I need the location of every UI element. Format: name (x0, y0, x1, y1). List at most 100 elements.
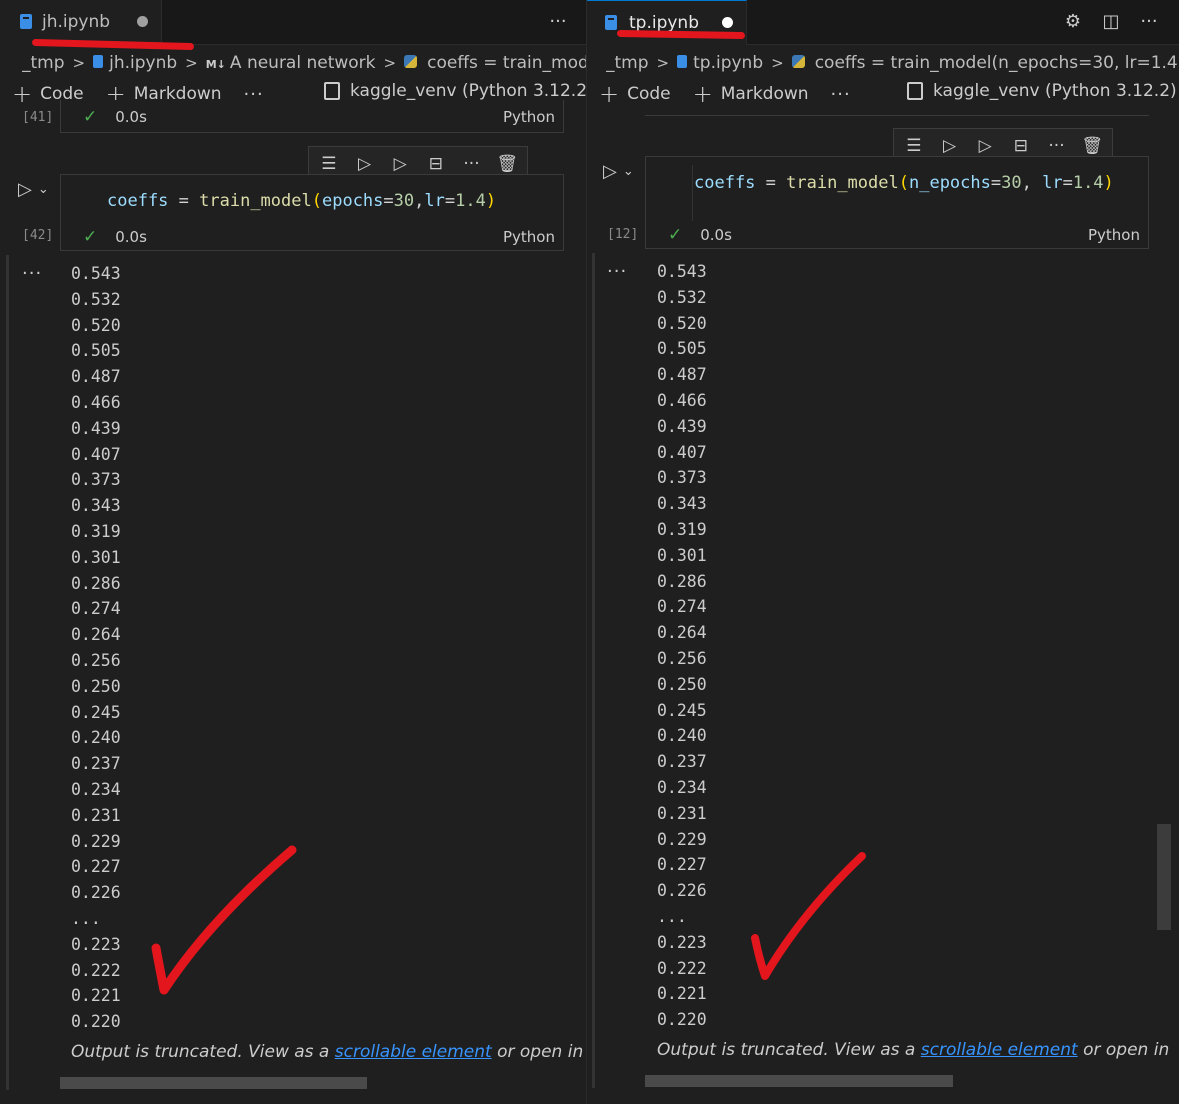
run-above-icon[interactable]: ☰ (902, 134, 926, 158)
output-line: 0.223 (71, 934, 121, 954)
output-line: 0.319 (71, 521, 121, 541)
run-cell-button[interactable]: ▷ ⌄ (18, 176, 58, 202)
breadcrumb-folder[interactable]: _tmp (22, 53, 65, 73)
output-line: 0.343 (657, 494, 707, 514)
output-line: 0.439 (71, 418, 121, 438)
output-line: 0.319 (657, 519, 707, 539)
kernel-picker[interactable]: kaggle_venv (Python 3.12.2) (324, 81, 586, 101)
cell-language[interactable]: Python (1088, 226, 1140, 244)
run-cell-button[interactable]: ▷ ⌄ (603, 158, 643, 184)
output-line: 0.256 (71, 650, 121, 670)
output-line: 0.231 (657, 803, 707, 823)
tab-bar: jh.ipynb ··· (0, 0, 586, 45)
gear-icon[interactable]: ⚙ (1061, 9, 1085, 33)
vertical-scrollbar[interactable] (1157, 824, 1171, 930)
run-above-execute-icon[interactable]: ▷ (938, 134, 962, 158)
output-focus-bar (6, 255, 9, 1090)
output-line: 0.250 (71, 676, 121, 696)
cell-code[interactable]: coeffs = train_model(n_epochs=30, lr=1.4… (694, 173, 1114, 193)
output-line: 0.301 (71, 547, 121, 567)
breadcrumb-symbol[interactable]: coeffs = train_model(n_epochs=30, lr=1.4… (791, 53, 1179, 73)
check-icon: ✓ (83, 227, 98, 247)
output-line: 0.229 (71, 831, 121, 851)
scrollable-element-link[interactable]: scrollable element (921, 1040, 1078, 1060)
output-line: 0.226 (657, 881, 707, 901)
output-line: 0.229 (657, 829, 707, 849)
cell-language[interactable]: Python (503, 228, 555, 246)
output-line: 0.407 (71, 444, 121, 464)
output-line: 0.301 (657, 545, 707, 565)
red-checkmark (151, 845, 297, 995)
chevron-right-icon: > (656, 54, 670, 72)
horizontal-scrollbar[interactable] (645, 1075, 953, 1087)
split-cell-icon[interactable]: ⊟ (424, 152, 448, 176)
code-cell[interactable]: coeffs = train_model(epochs=30,lr=1.4) ✓… (60, 174, 564, 251)
run-below-icon[interactable]: ▷ (388, 152, 412, 176)
more-icon[interactable]: ··· (607, 261, 627, 282)
cell-language[interactable]: Python (503, 108, 555, 126)
scrollable-element-link[interactable]: scrollable element (335, 1042, 492, 1062)
output-truncated-message: Output is truncated. View as a scrollabl… (657, 1040, 1170, 1060)
kernel-picker[interactable]: kaggle_venv (Python 3.12.2) (907, 81, 1177, 101)
split-editor-icon[interactable]: ◫ (1099, 9, 1123, 33)
run-icon: ▷ (18, 178, 32, 200)
chevron-right-icon: > (185, 54, 198, 72)
output-line: 0.274 (657, 597, 707, 617)
output-line: 0.505 (657, 339, 707, 359)
output-line: 0.221 (71, 986, 121, 1006)
previous-cell[interactable]: ✓ 0.0s Python (60, 100, 564, 133)
execution-time: 0.0s (115, 108, 147, 126)
output-line: 0.286 (657, 571, 707, 591)
add-code-cell-button[interactable]: + Code (599, 82, 671, 106)
more-icon[interactable]: ··· (460, 152, 484, 176)
run-below-icon[interactable]: ▷ (973, 134, 997, 158)
breadcrumb-notebook[interactable]: jh.ipynb (93, 53, 177, 73)
horizontal-scrollbar[interactable] (60, 1077, 367, 1089)
output-line: 0.234 (657, 777, 707, 797)
delete-icon[interactable]: 🗑 (495, 152, 519, 176)
plus-icon: + (12, 80, 33, 108)
output-line: 0.227 (657, 855, 707, 875)
more-icon[interactable]: ··· (22, 263, 42, 284)
tab-jh-ipynb[interactable]: jh.ipynb (0, 0, 162, 45)
more-icon[interactable]: ··· (1137, 9, 1161, 33)
delete-icon[interactable]: 🗑 (1080, 134, 1104, 158)
output-line: 0.240 (657, 726, 707, 746)
unsaved-dot-icon[interactable] (137, 16, 148, 27)
run-above-execute-icon[interactable]: ▷ (353, 152, 377, 176)
output-line: 0.532 (71, 289, 121, 309)
breadcrumb-section[interactable]: M↓ A neural network (206, 53, 376, 73)
chevron-down-icon[interactable]: ⌄ (623, 164, 634, 179)
cell-code[interactable]: coeffs = train_model(epochs=30,lr=1.4) (107, 191, 496, 211)
python-icon (404, 55, 418, 68)
notebook-toolbar: + Code + Markdown ··· kaggle_venv (Python … (599, 81, 1179, 107)
output-line: 0.543 (71, 264, 121, 283)
more-icon[interactable]: ··· (546, 9, 570, 33)
output-line: 0.520 (657, 313, 707, 333)
output-line: 0.286 (71, 573, 121, 593)
code-cell[interactable]: coeffs = train_model(n_epochs=30, lr=1.4… (645, 156, 1149, 249)
unsaved-dot-icon[interactable] (722, 17, 733, 28)
output-line: 0.264 (657, 623, 707, 643)
right-editor-pane: tp.ipynb ⚙ ◫ ··· _tmp > tp.ipynb > coeff… (587, 0, 1179, 1104)
run-above-icon[interactable]: ☰ (317, 152, 341, 176)
chevron-down-icon[interactable]: ⌄ (38, 182, 49, 197)
output-line: 0.234 (71, 779, 121, 799)
notebook-icon (20, 14, 32, 29)
output-line: 0.373 (657, 468, 707, 488)
split-cell-icon[interactable]: ⊟ (1009, 134, 1033, 158)
breadcrumb-folder[interactable]: _tmp (606, 53, 649, 73)
output-line: 0.226 (71, 883, 121, 903)
previous-cell-border (645, 112, 1149, 116)
add-markdown-cell-button[interactable]: + Markdown (693, 82, 809, 106)
more-icon[interactable]: ··· (831, 84, 851, 105)
notebook-icon (677, 55, 688, 68)
run-icon: ▷ (603, 160, 617, 182)
breadcrumb-notebook[interactable]: tp.ipynb (677, 53, 763, 73)
output-line: 0.250 (657, 674, 707, 694)
output-line: 0.343 (71, 496, 121, 516)
breadcrumb-symbol[interactable]: coeffs = train_model(e (404, 53, 586, 73)
output-line: 0.520 (71, 315, 121, 335)
more-icon[interactable]: ··· (1045, 134, 1069, 158)
chevron-right-icon: > (383, 54, 397, 72)
